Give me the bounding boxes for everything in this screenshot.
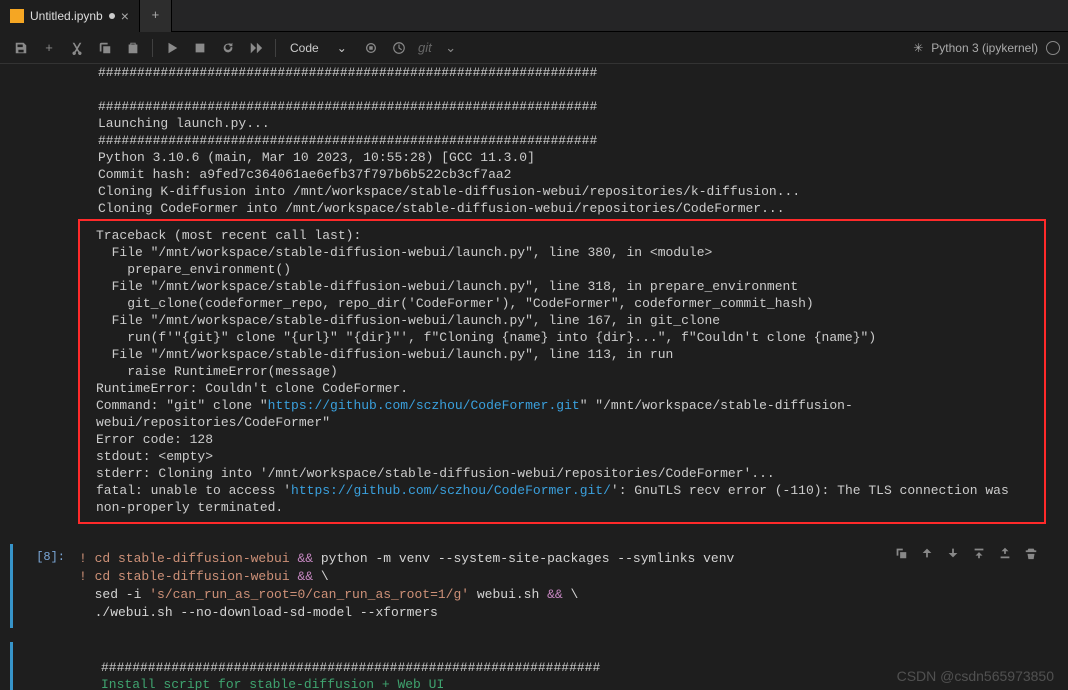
kernel-name[interactable]: Python 3 (ipykernel) bbox=[931, 41, 1038, 55]
chevron-down-icon: ⌄ bbox=[337, 41, 347, 55]
separator bbox=[152, 39, 153, 57]
restart-button[interactable] bbox=[215, 36, 241, 60]
output-text: ########################################… bbox=[10, 64, 1056, 217]
link-codeformer-url2: https://github.com/sczhou/CodeFormer.git… bbox=[291, 483, 611, 498]
modified-dot-icon bbox=[109, 13, 115, 19]
cell-toolbar bbox=[888, 542, 1044, 564]
tab-notebook[interactable]: Untitled.ipynb × bbox=[0, 0, 140, 32]
watermark: CSDN @csdn565973850 bbox=[897, 668, 1054, 684]
duplicate-button[interactable] bbox=[888, 542, 914, 564]
delete-button[interactable] bbox=[1018, 542, 1044, 564]
run-button[interactable] bbox=[159, 36, 185, 60]
tab-add-button[interactable]: + bbox=[140, 0, 172, 32]
cell-prompt: [8]: bbox=[13, 544, 73, 628]
tensorboard-button[interactable] bbox=[358, 36, 384, 60]
bug-icon[interactable]: ✳ bbox=[913, 41, 923, 55]
copy-button[interactable] bbox=[92, 36, 118, 60]
tabs-bar: Untitled.ipynb × + bbox=[0, 0, 1068, 32]
paste-button[interactable] bbox=[120, 36, 146, 60]
git-button[interactable]: git bbox=[414, 36, 436, 60]
separator bbox=[275, 39, 276, 57]
insert-below-button[interactable] bbox=[992, 542, 1018, 564]
kernel-status-icon[interactable] bbox=[1046, 41, 1060, 55]
cut-button[interactable] bbox=[64, 36, 90, 60]
clock-button[interactable] bbox=[386, 36, 412, 60]
insert-above-button[interactable] bbox=[966, 542, 992, 564]
error-output: Traceback (most recent call last): File … bbox=[78, 219, 1046, 524]
git-chevron-icon[interactable]: ⌄ bbox=[438, 36, 464, 60]
move-down-button[interactable] bbox=[940, 542, 966, 564]
notebook-icon bbox=[10, 9, 24, 23]
save-button[interactable] bbox=[8, 36, 34, 60]
insert-cell-button[interactable]: + bbox=[36, 36, 62, 60]
tab-close-icon[interactable]: × bbox=[121, 9, 129, 23]
stop-button[interactable] bbox=[187, 36, 213, 60]
move-up-button[interactable] bbox=[914, 542, 940, 564]
tab-label: Untitled.ipynb bbox=[30, 9, 103, 23]
toolbar: + Code ⌄ git ⌄ ✳ Python 3 (ipykernel) bbox=[0, 32, 1068, 64]
code-cell[interactable]: [8]: ! cd stable-diffusion-webui && pyth… bbox=[10, 544, 1056, 628]
cell-type-dropdown[interactable]: Code ⌄ bbox=[282, 36, 356, 60]
cell-type-label: Code bbox=[290, 41, 319, 55]
run-all-button[interactable] bbox=[243, 36, 269, 60]
notebook-content[interactable]: ########################################… bbox=[0, 64, 1068, 690]
link-codeformer-url: https://github.com/sczhou/CodeFormer.git bbox=[268, 398, 580, 413]
